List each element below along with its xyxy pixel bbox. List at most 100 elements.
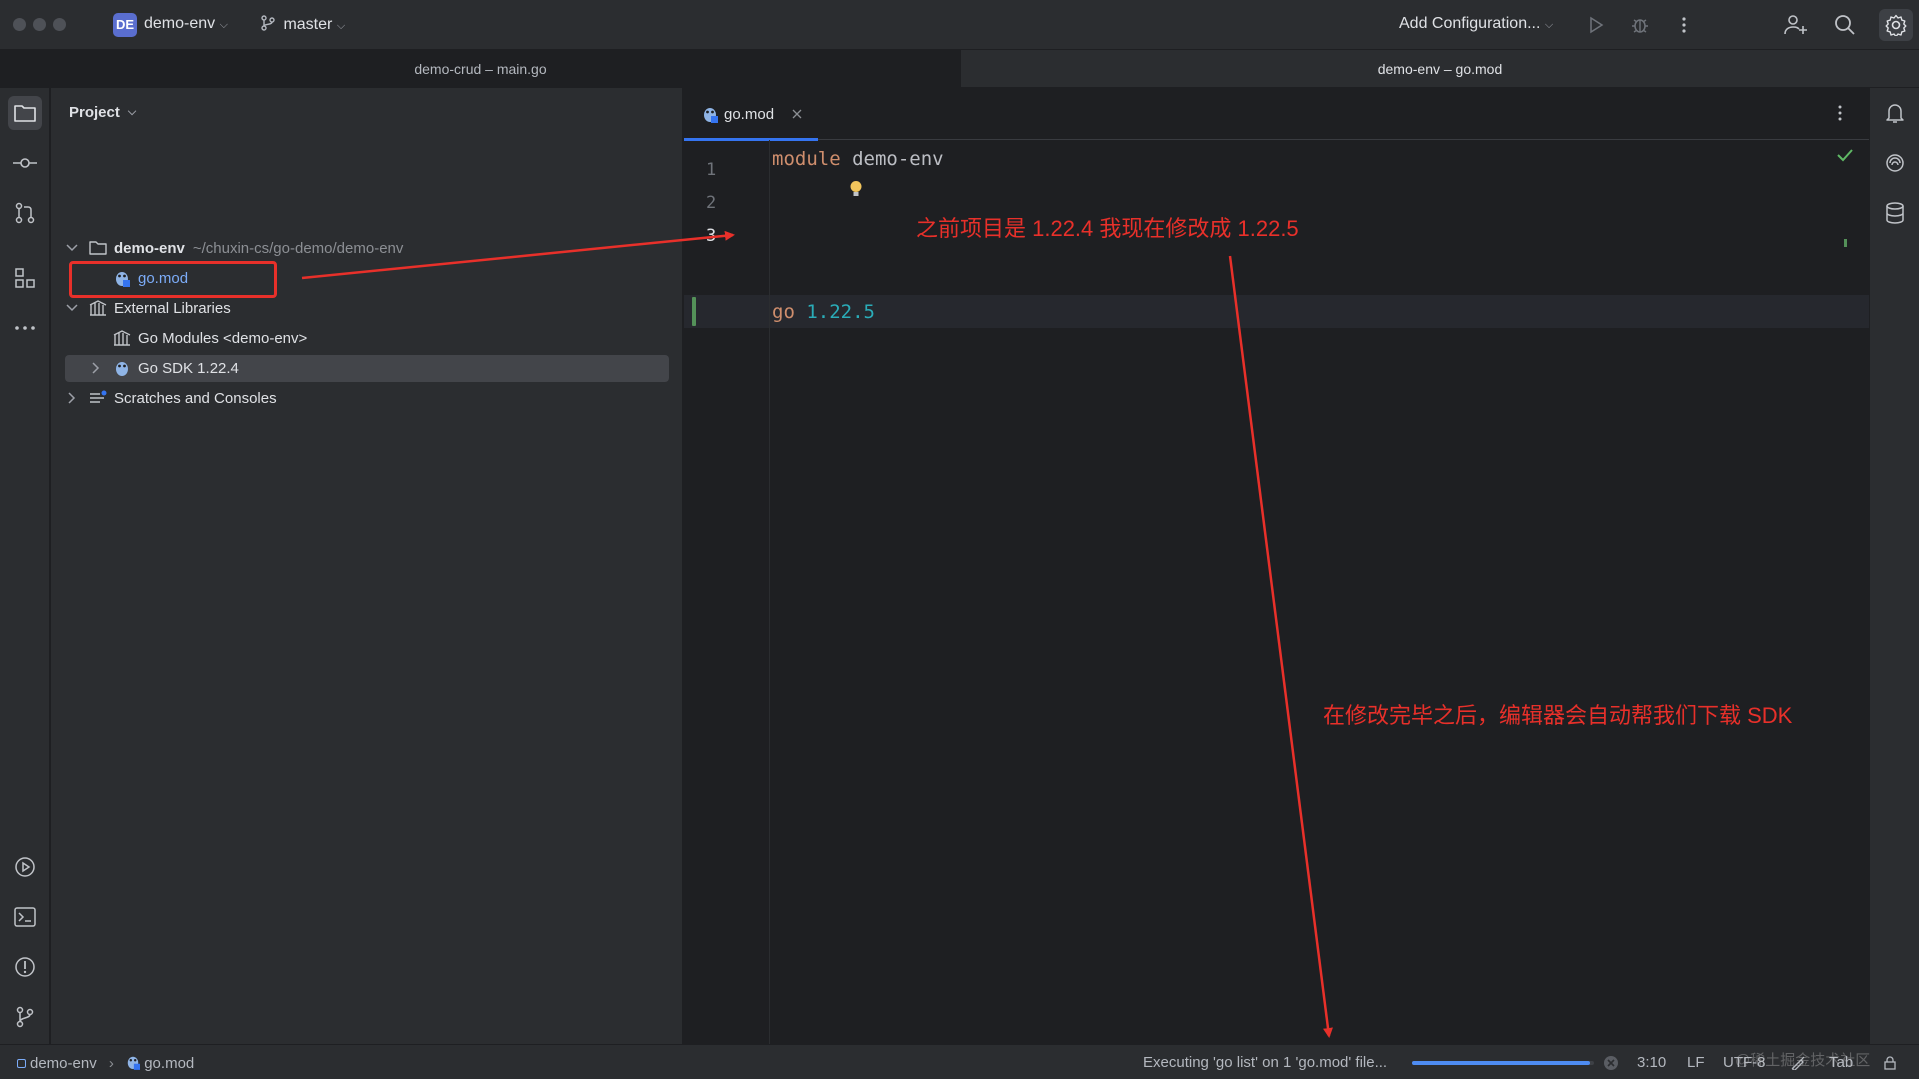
commit-icon[interactable]	[8, 146, 42, 180]
git-branch-icon	[261, 15, 275, 31]
annotation-text-version-change: 之前项目是 1.22.4 我现在修改成 1.22.5	[916, 216, 1299, 241]
run-config-label: Add Configuration...	[1399, 15, 1541, 32]
tree-root-path: ~/chuxin-cs/go-demo/demo-env	[192, 239, 404, 257]
ai-assistant-icon[interactable]	[1878, 146, 1912, 180]
tree-item-demo-env[interactable]: demo-env ~/chuxin-cs/go-demo/demo-env	[51, 234, 671, 262]
no-problems-check-icon[interactable]	[1837, 148, 1853, 166]
window-tab-demo-crud[interactable]: demo-crud – main.go	[0, 50, 961, 88]
tree-go-modules-label: Go Modules <demo-env>	[138, 329, 308, 347]
tree-item-external-libraries[interactable]: External Libraries	[51, 294, 671, 322]
module-icon	[17, 1059, 26, 1068]
tree-item-go-modules[interactable]: Go Modules <demo-env>	[51, 324, 671, 352]
editor-tab-go-mod[interactable]: go.mod	[684, 88, 818, 141]
branch-name: master	[283, 16, 333, 33]
annotation-text-sdk-download: 在修改完毕之后，编辑器会自动帮我们下载 SDK	[1323, 703, 1793, 728]
pull-requests-icon[interactable]	[8, 196, 42, 230]
library-icon	[113, 329, 131, 347]
project-panel: Project ⌵ demo-env ~/chuxin-cs/go-demo/de…	[51, 88, 683, 1044]
tree-scratches-label: Scratches and Consoles	[114, 389, 277, 407]
chevron-down-icon: ⌵	[219, 19, 228, 31]
keyword-go: go	[772, 300, 795, 323]
breadcrumb: demo-env › go.mod	[17, 1054, 194, 1072]
breadcrumb-project[interactable]: demo-env	[30, 1055, 97, 1072]
chevron-right-icon[interactable]	[65, 391, 79, 405]
left-tool-strip	[0, 88, 50, 1044]
settings-gear-icon[interactable]	[1879, 9, 1913, 41]
task-progress-fill	[1412, 1061, 1591, 1065]
gomod-file-icon	[127, 1056, 141, 1070]
go-version: 1.22.5	[806, 300, 875, 323]
line-number: 3	[706, 226, 717, 246]
debug-icon[interactable]	[1625, 10, 1655, 40]
task-progress-bar	[1412, 1061, 1594, 1065]
version-control-icon[interactable]	[8, 1000, 42, 1034]
cancel-task-icon[interactable]	[1603, 1055, 1619, 1075]
line-number-gutter: 1 2 3	[684, 140, 770, 1044]
close-window-button[interactable]	[13, 18, 26, 31]
project-panel-title: Project	[69, 104, 120, 121]
tree-ext-libs-label: External Libraries	[114, 299, 231, 317]
lightbulb-icon[interactable]	[780, 158, 863, 225]
run-icon[interactable]	[1581, 10, 1611, 40]
more-tools-icon[interactable]	[8, 311, 42, 345]
structure-icon[interactable]	[8, 261, 42, 295]
background-task-text[interactable]: Executing 'go list' on 1 'go.mod' file..…	[1143, 1054, 1387, 1071]
line-separator[interactable]: LF	[1687, 1054, 1705, 1071]
title-bar: DE demo-env ⌵ master ⌵ Add Configuration…	[0, 0, 1919, 50]
right-tool-strip	[1869, 88, 1919, 1044]
add-user-icon[interactable]	[1781, 10, 1811, 40]
tree-item-go-sdk[interactable]: Go SDK 1.22.4	[51, 354, 671, 382]
chevron-down-icon[interactable]	[65, 301, 79, 315]
services-run-icon[interactable]	[8, 850, 42, 884]
run-configuration-dropdown[interactable]: Add Configuration... ⌵	[1399, 15, 1553, 33]
chevron-down-icon[interactable]	[65, 241, 79, 255]
window-tabs: demo-crud – main.go demo-env – go.mod	[0, 50, 1919, 88]
chevron-right-icon: ›	[108, 1055, 114, 1072]
breadcrumb-file[interactable]: go.mod	[144, 1055, 194, 1072]
caret-position[interactable]: 3:10	[1637, 1054, 1666, 1071]
chevron-down-icon: ⌵	[1544, 19, 1554, 31]
gomod-file-icon	[704, 108, 718, 123]
status-bar: demo-env › go.mod Executing 'go list' on…	[0, 1044, 1919, 1079]
chevron-down-icon: ⌵	[127, 106, 137, 118]
project-badge[interactable]: DE	[113, 13, 137, 37]
line-number: 1	[706, 160, 717, 180]
editor-tabs-menu-icon[interactable]	[1837, 104, 1843, 126]
code-line-1[interactable]: module demo-env	[772, 142, 1869, 175]
watermark: @稀土掘金技术社区	[1735, 1052, 1871, 1069]
tree-go-sdk-label: Go SDK 1.22.4	[138, 359, 239, 377]
editor-tab-label: go.mod	[724, 105, 775, 123]
folder-icon	[89, 239, 107, 257]
go-gopher-icon	[113, 359, 131, 377]
tree-item-scratches[interactable]: Scratches and Consoles	[51, 384, 671, 412]
module-name: demo-env	[852, 147, 944, 170]
project-folder-icon[interactable]	[8, 96, 42, 130]
notifications-bell-icon[interactable]	[1878, 96, 1912, 130]
problems-icon[interactable]	[8, 950, 42, 984]
project-name: demo-env	[144, 15, 216, 32]
lock-icon[interactable]	[1883, 1056, 1897, 1074]
window-tab-demo-env[interactable]: demo-env – go.mod	[961, 50, 1919, 88]
more-actions-icon[interactable]	[1669, 10, 1699, 40]
project-switcher[interactable]: demo-env ⌵	[144, 15, 228, 33]
code-line-3[interactable]: go 1.22.5	[772, 295, 1869, 328]
terminal-icon[interactable]	[8, 900, 42, 934]
database-icon[interactable]	[1878, 196, 1912, 230]
chevron-right-icon[interactable]	[89, 361, 103, 375]
scratches-icon	[89, 389, 107, 407]
modified-line-marker	[692, 297, 696, 326]
search-icon[interactable]	[1830, 10, 1860, 40]
code-line-2[interactable]	[772, 175, 1869, 208]
tree-root-label: demo-env	[114, 239, 185, 257]
scrollbar-change-marker	[1844, 239, 1847, 247]
annotation-highlight-box	[69, 261, 277, 298]
editor-tabs: go.mod	[684, 88, 1869, 141]
line-number: 2	[706, 193, 717, 213]
project-panel-header[interactable]: Project ⌵	[69, 104, 136, 121]
close-tab-icon[interactable]	[792, 109, 802, 119]
zoom-window-button[interactable]	[53, 18, 66, 31]
library-icon	[89, 299, 107, 317]
chevron-down-icon: ⌵	[336, 20, 346, 32]
branch-switcher[interactable]: master ⌵	[261, 15, 345, 34]
minimize-window-button[interactable]	[33, 18, 46, 31]
